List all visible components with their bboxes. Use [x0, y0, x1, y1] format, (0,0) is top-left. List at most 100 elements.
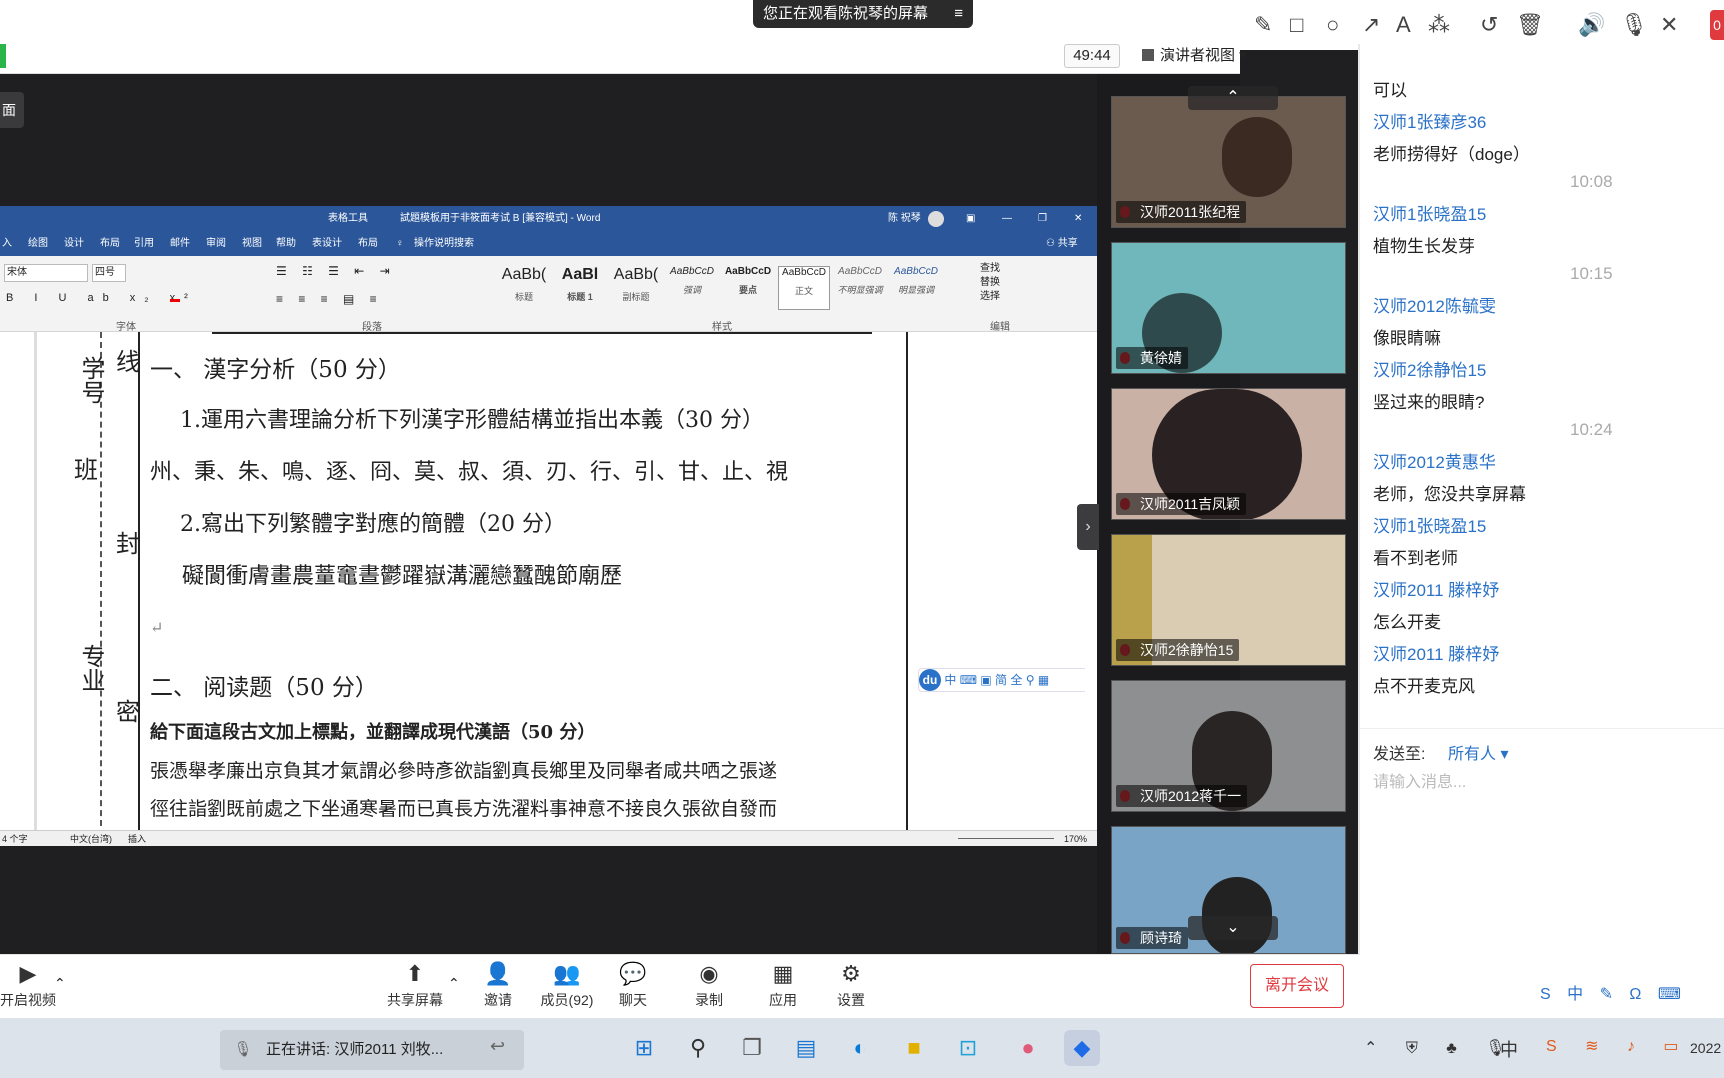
style-intense-emphasis[interactable]: AaBbCcD 明显强调: [890, 266, 942, 310]
style-heading1[interactable]: AaBl 标题 1: [554, 266, 606, 310]
chat-sender[interactable]: 汉师2徐静怡15: [1373, 356, 1486, 381]
chat-sender[interactable]: 汉师1张晓盈15: [1373, 200, 1486, 225]
close-icon[interactable]: ✕: [1660, 12, 1678, 38]
reply-icon[interactable]: ↩: [490, 1036, 505, 1057]
chat-sender[interactable]: 汉师2011 滕梓妤: [1373, 640, 1499, 665]
chat-sender[interactable]: 汉师2012黄惠华: [1373, 448, 1496, 473]
tab-review[interactable]: 审阅: [206, 232, 226, 256]
record-button[interactable]: ◉ 录制: [692, 961, 726, 1010]
tab-design[interactable]: 设计: [64, 232, 84, 256]
word-close-icon[interactable]: ✕: [1074, 206, 1082, 232]
zoom-level[interactable]: 170%: [1064, 831, 1087, 847]
style-emphasis[interactable]: AaBbCcD 强调: [666, 266, 718, 310]
search-icon[interactable]: ⚲: [680, 1030, 716, 1066]
speaking-indicator[interactable]: 🎙 正在讲话: 汉师2011 刘牧...: [220, 1030, 524, 1070]
participant-tile[interactable]: 汉师2012蒋千一: [1111, 680, 1346, 812]
participant-tile[interactable]: 汉师2011吉凤颖: [1111, 388, 1346, 520]
ime-mode[interactable]: 中: [944, 673, 956, 687]
trash-icon[interactable]: 🗑: [1516, 12, 1544, 38]
speaker-icon[interactable]: 🔊: [1578, 12, 1605, 38]
edge-icon[interactable]: ◐: [842, 1030, 878, 1066]
side-tab[interactable]: 面: [0, 92, 24, 128]
participant-tile[interactable]: 黄徐婧: [1111, 242, 1346, 374]
ribbon-display-icon[interactable]: ▣: [966, 206, 975, 232]
chat-sender[interactable]: 汉师1张晓盈15: [1373, 512, 1486, 537]
font-size-select[interactable]: 四号: [92, 264, 126, 282]
apps-button[interactable]: ▦ 应用: [766, 961, 800, 1010]
collapse-panel-button[interactable]: ›: [1077, 504, 1099, 550]
share-button[interactable]: ⚇ 共享: [1046, 232, 1078, 256]
recording-indicator[interactable]: 0: [1710, 10, 1724, 40]
invite-button[interactable]: 👤 邀请: [480, 961, 516, 1010]
zoom-slider[interactable]: [958, 838, 1054, 839]
list-buttons[interactable]: ☰ ☷ ☰ ⇤ ⇥: [276, 264, 396, 278]
restore-icon[interactable]: ❐: [1038, 206, 1047, 232]
tab-table-design[interactable]: 表设计: [312, 232, 342, 256]
ime-fullwidth[interactable]: 全: [1010, 673, 1022, 687]
bilibili-icon[interactable]: ⊡: [950, 1030, 986, 1066]
app-icon[interactable]: ●: [1010, 1030, 1046, 1066]
tray-icons[interactable]: S ≋ ♪ ▭: [1546, 1036, 1691, 1056]
avatar[interactable]: [928, 211, 944, 227]
chevron-down-icon[interactable]: ⌄: [1188, 916, 1278, 940]
share-options-caret[interactable]: ⌃: [448, 975, 460, 992]
task-view-icon[interactable]: ❐: [734, 1030, 770, 1066]
chat-sender[interactable]: 汉师2012陈毓雯: [1373, 292, 1496, 317]
tell-me-search[interactable]: 操作说明搜索: [414, 232, 474, 256]
sticky-notes-icon[interactable]: ■: [896, 1030, 932, 1066]
insert-mode[interactable]: 插入: [128, 831, 146, 847]
font-color-button[interactable]: [170, 292, 180, 302]
sogou-ime-toolbar[interactable]: S 中 ✎ Ω ⌨: [1540, 980, 1724, 1008]
style-title[interactable]: AaBb(标题: [498, 266, 550, 310]
pencil-icon[interactable]: ✎: [1254, 12, 1272, 38]
windows-start-icon[interactable]: ⊞: [626, 1030, 662, 1066]
share-screen-button[interactable]: ⬆ 共享屏幕: [386, 961, 444, 1010]
magic-wand-icon[interactable]: ⁂: [1428, 12, 1450, 38]
send-to-dropdown[interactable]: 所有人 ▾: [1448, 740, 1509, 764]
members-button[interactable]: 👥 成员(92): [538, 961, 596, 1010]
font-name-select[interactable]: 宋体: [4, 264, 88, 282]
clock[interactable]: 2022: [1690, 1040, 1721, 1056]
chevron-up-icon[interactable]: ⌃: [1188, 86, 1278, 110]
chat-sender[interactable]: 汉师1张臻彦36: [1373, 108, 1486, 133]
video-options-caret[interactable]: ⌃: [54, 975, 66, 992]
viewing-banner[interactable]: 您正在观看陈祝琴的屏幕 ≡: [753, 0, 973, 28]
menu-icon[interactable]: ≡: [954, 0, 963, 28]
widgets-icon[interactable]: ▤: [788, 1030, 824, 1066]
chat-input[interactable]: 请输入消息...: [1373, 768, 1713, 796]
tab-table-layout[interactable]: 布局: [358, 232, 378, 256]
find-button[interactable]: 查找: [980, 262, 1000, 276]
tab-help[interactable]: 帮助: [276, 232, 296, 256]
baidu-ime-icon[interactable]: du: [919, 669, 941, 691]
chat-sender[interactable]: 汉师2011 滕梓妤: [1373, 576, 1499, 601]
style-subtle-emphasis[interactable]: AaBbCcD 不明显强调: [834, 266, 886, 310]
tab-insert[interactable]: 入: [2, 232, 12, 256]
style-normal[interactable]: AaBbCcD 正文: [778, 266, 830, 310]
arrow-icon[interactable]: ↗: [1362, 12, 1380, 38]
system-tray[interactable]: ⌃ ⛨ ♣ 🎙: [1364, 1038, 1518, 1058]
ime-indicator[interactable]: 中: [1500, 1036, 1518, 1062]
video-button[interactable]: ▶ 开启视频: [0, 961, 56, 1010]
participant-tile[interactable]: 汉师2011张纪程: [1111, 96, 1346, 228]
leave-meeting-button[interactable]: 离开会议: [1250, 964, 1344, 1008]
document-canvas[interactable]: 学号 线 班 封 专业 密 一、 漢字分析（50 分） 1.運用六書理論分析下列…: [0, 332, 1085, 836]
chat-button[interactable]: 💬 聊天: [616, 961, 650, 1010]
text-icon[interactable]: A: [1396, 12, 1411, 38]
circle-icon[interactable]: ○: [1326, 12, 1339, 38]
tab-mailings[interactable]: 邮件: [170, 232, 190, 256]
undo-icon[interactable]: ↺: [1480, 12, 1498, 38]
tab-draw[interactable]: 绘图: [28, 232, 48, 256]
tab-layout[interactable]: 布局: [100, 232, 120, 256]
word-count[interactable]: 4 个字: [2, 831, 28, 847]
style-strong[interactable]: AaBbCcD 要点: [722, 266, 774, 310]
ime-simplified[interactable]: 简: [995, 673, 1007, 687]
minimize-icon[interactable]: —: [1002, 206, 1012, 232]
replace-button[interactable]: 替换: [980, 276, 1000, 290]
tencent-meeting-icon[interactable]: ◆: [1064, 1030, 1100, 1066]
participant-tile[interactable]: 汉师2徐静怡15: [1111, 534, 1346, 666]
tab-references[interactable]: 引用: [134, 232, 154, 256]
rectangle-icon[interactable]: □: [1290, 12, 1303, 38]
ime-floating-bar[interactable]: du 中 ⌨ ▣ 简 全 ⚲ ▦: [918, 668, 1085, 692]
language-status[interactable]: 中文(台湾): [70, 831, 112, 847]
tab-view[interactable]: 视图: [242, 232, 262, 256]
